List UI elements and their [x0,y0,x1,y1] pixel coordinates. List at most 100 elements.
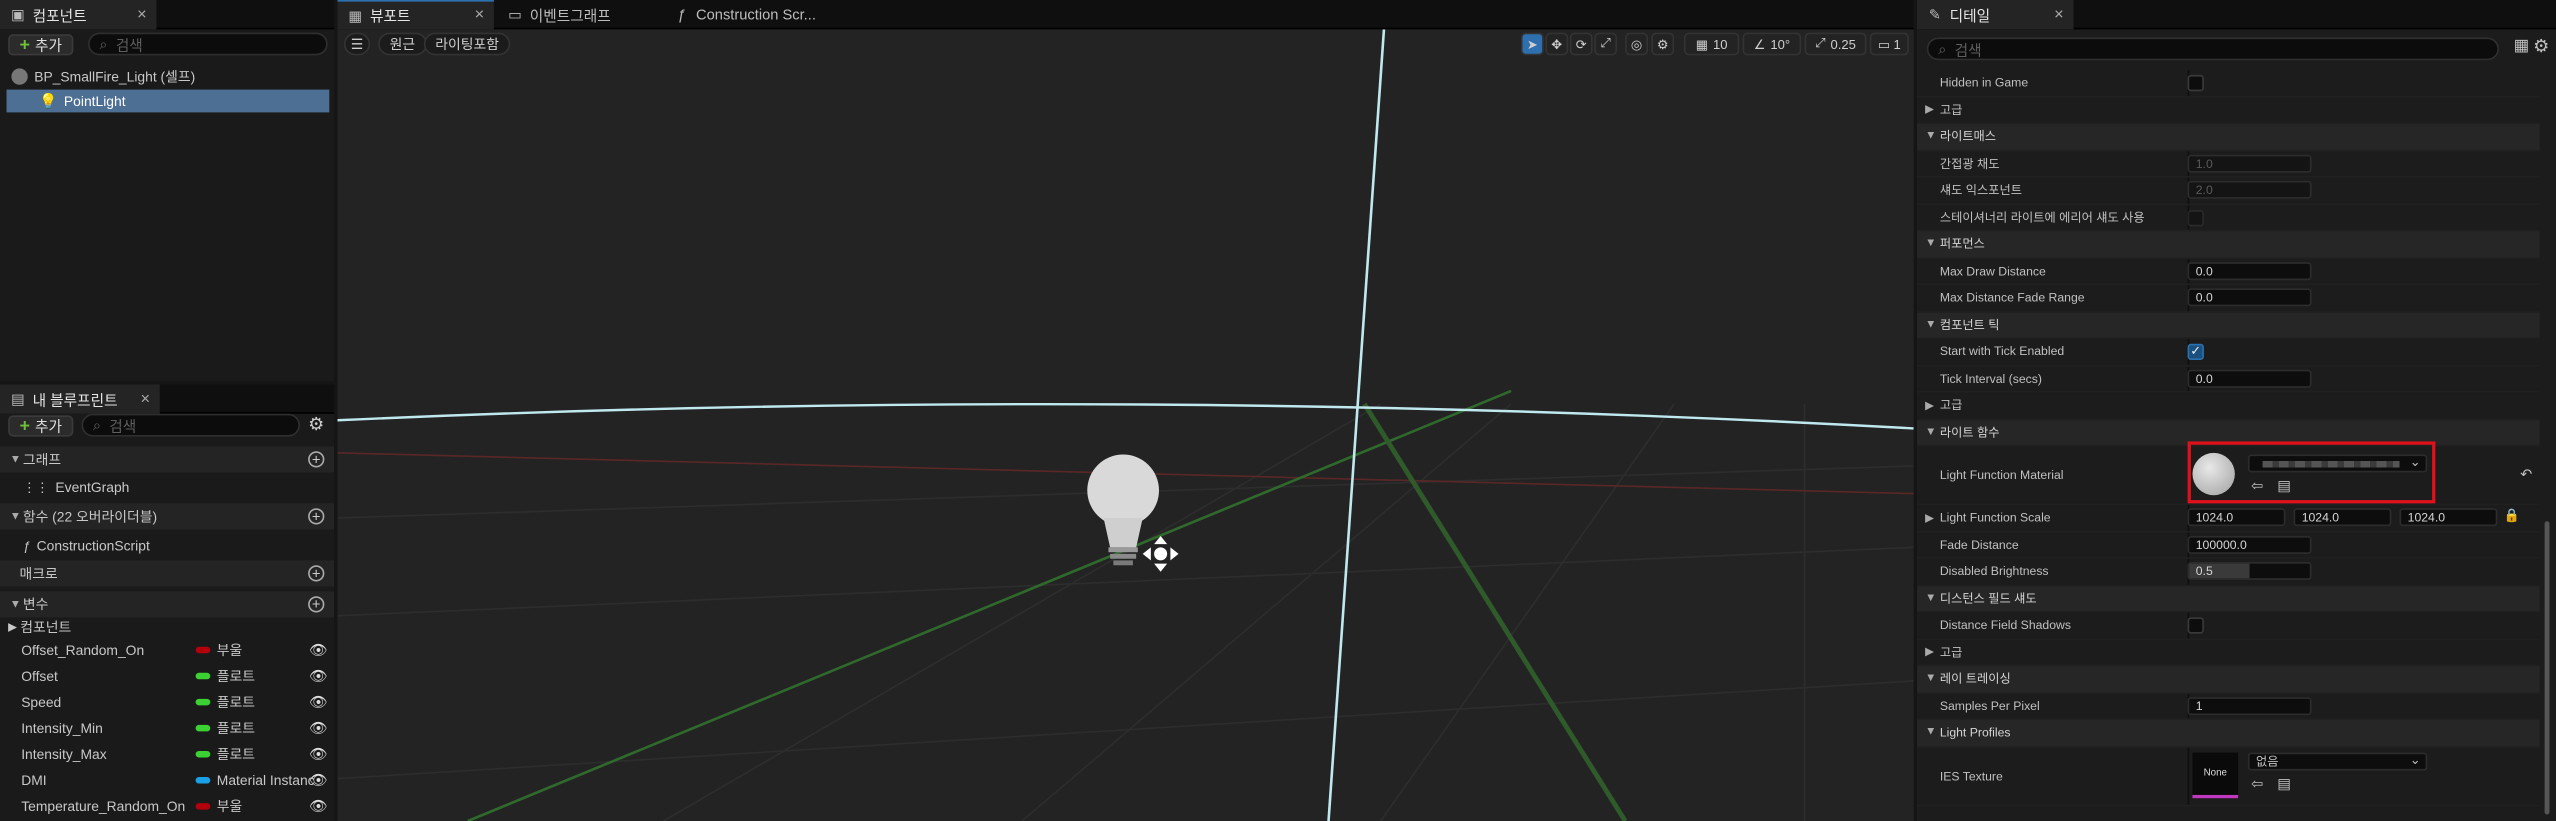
start-tick-checkbox[interactable]: ✓ [2187,343,2204,361]
variable-row[interactable]: DMI Material Instanc 👁 [0,767,334,793]
lf-scale-x-field[interactable]: 1024.0 [2187,508,2286,527]
surface-snap-button[interactable]: ⚙ [1651,32,1675,56]
add-component-button[interactable]: + 추가 [8,34,74,56]
shadow-exponent-field[interactable]: 2.0 [2187,180,2312,199]
collapse-arrow-icon: ▼ [9,510,22,523]
tab-construction-script[interactable]: ƒ Construction Scr... [663,0,850,29]
eye-icon[interactable]: 👁 [309,641,328,659]
viewport-scene[interactable] [337,29,1914,821]
ies-dropdown[interactable]: 없음 ⌄ [2247,751,2428,770]
tab-components[interactable]: ▣ 컴포넌트 × [0,0,157,30]
close-icon[interactable]: × [137,6,147,24]
scale-tool-button[interactable]: ⤢ [1594,32,1618,56]
reset-arrow-icon[interactable]: ↶ [2520,466,2532,484]
tab-event-graph[interactable]: ▭ 이벤트그래프 [497,0,660,29]
ies-thumbnail[interactable]: None [2192,751,2239,798]
section-performance[interactable]: ▼ 퍼포먼스 [1916,231,2540,259]
viewport-menu-button[interactable]: ☰ [343,32,371,56]
tree-item-pointlight[interactable]: 💡 PointLight [6,89,330,113]
perspective-button[interactable]: 원근 [378,32,427,56]
gear-icon[interactable]: ⚙ [2533,36,2549,57]
section-lightmass[interactable]: ▼ 라이트매스 [1916,123,2540,151]
disabled-brightness-slider[interactable]: 0.5 [2187,562,2312,580]
eye-icon[interactable]: 👁 [309,693,328,711]
advanced-expander[interactable]: ▶ 고급 [1916,393,2540,420]
section-distance-field[interactable]: ▼ 디스턴스 필드 섀도 [1916,585,2540,613]
search-icon: ⌕ [99,35,108,52]
viewport-tab-label: 뷰포트 [370,8,411,25]
section-graphs[interactable]: ▼ 그래프 + [0,446,335,473]
variable-row[interactable]: Temperature_Random_On 부울 👁 [0,793,334,819]
browse-icon[interactable]: ▤ [2277,775,2291,793]
variable-row[interactable]: Intensity_Min 플로트 👁 [0,715,334,741]
section-macros[interactable]: 매크로 + [0,560,335,587]
eye-icon[interactable]: 👁 [309,745,328,763]
perspective-label: 원근 [389,35,416,53]
add-variable-icon[interactable]: + [308,596,325,613]
components-search-input[interactable]: ⌕ 검색 [88,32,328,56]
prop-label: Fade Distance [1939,537,2019,552]
table-view-icon[interactable]: ▦ [2514,37,2529,55]
tab-my-blueprint[interactable]: ▤ 내 블루프린트 × [0,384,160,414]
grid-snap-button[interactable]: ▦ 10 [1683,32,1740,56]
list-item-components-category[interactable]: ▶ 컴포넌트 [0,616,334,637]
fade-distance-field[interactable]: 100000.0 [2187,535,2312,554]
lighting-mode-button[interactable]: 라이팅포함 [423,32,511,56]
lf-scale-y-field[interactable]: 1024.0 [2293,508,2392,527]
lock-icon[interactable]: 🔒 [2504,508,2520,523]
eye-icon[interactable]: 👁 [309,797,328,815]
variable-row[interactable]: Offset 플로트 👁 [0,663,334,689]
coordinate-space-button[interactable]: ◎ [1625,32,1649,56]
advanced-expander[interactable]: ▶ 고급 [1916,639,2540,667]
section-variables[interactable]: ▼ 변수 + [0,591,335,618]
variable-row[interactable]: Speed 플로트 👁 [0,689,334,715]
details-scrollbar[interactable] [2544,521,2550,815]
section-component-tick[interactable]: ▼ 컴포넌트 틱 [1916,311,2540,339]
expand-arrow-icon[interactable]: ▶ [1925,511,1934,524]
close-icon[interactable]: × [140,390,150,408]
indirect-intensity-field[interactable]: 1.0 [2187,153,2312,172]
samples-per-pixel-field[interactable]: 1 [2187,696,2312,715]
advanced-expander[interactable]: ▶ 고급 [1916,97,2540,124]
variable-type: 부울 [195,640,242,660]
close-icon[interactable]: × [2054,6,2064,24]
hidden-in-game-checkbox[interactable] [2187,74,2204,92]
eye-icon[interactable]: 👁 [309,667,328,685]
tab-details[interactable]: ✎ 디테일 × [1916,0,2074,30]
tree-item-root[interactable]: BP_SmallFire_Light (셀프) [0,64,334,88]
add-member-label: 추가 [34,418,62,435]
max-draw-distance-field[interactable]: 0.0 [2187,261,2312,280]
add-member-button[interactable]: + 추가 [8,415,74,437]
max-fade-range-field[interactable]: 0.0 [2187,288,2312,307]
section-ray-tracing[interactable]: ▼ 레이 트레이싱 [1916,666,2540,694]
eye-icon[interactable]: 👁 [309,771,328,789]
use-selected-icon[interactable]: ⇦ [2251,775,2263,793]
section-functions[interactable]: ▼ 함수 (22 오버라이더블) + [0,503,335,530]
stationary-shadow-checkbox[interactable] [2187,209,2204,226]
eye-icon[interactable]: 👁 [309,719,328,737]
lf-scale-z-field[interactable]: 1024.0 [2399,508,2498,527]
variable-type-label: 플로트 [216,693,256,711]
variable-row[interactable]: Offset_Random_On 부울 👁 [0,637,334,663]
list-item-eventgraph[interactable]: ⋮⋮ EventGraph [0,474,334,500]
dist-field-shadows-checkbox[interactable] [2187,617,2204,634]
add-function-icon[interactable]: + [308,508,325,525]
tab-viewport[interactable]: ▦ 뷰포트 × [337,0,494,30]
rotation-snap-button[interactable]: ∠ 10° [1742,32,1802,56]
details-search-input[interactable]: ⌕ 검색 [1926,37,2499,61]
rotate-tool-button[interactable]: ⟳ [1569,32,1593,56]
select-tool-button[interactable]: ➤ [1520,32,1544,56]
section-light-profiles[interactable]: ▼ Light Profiles [1916,720,2540,747]
camera-speed-button[interactable]: ▭ 1 [1869,32,1909,56]
list-item-construction-script[interactable]: ƒ ConstructionScript [0,533,334,559]
blueprint-search-input[interactable]: ⌕ 검색 [81,413,300,437]
tick-interval-field[interactable]: 0.0 [2187,368,2312,387]
gear-icon[interactable]: ⚙ [308,414,324,435]
scale-snap-button[interactable]: ⤢ 0.25 [1804,32,1867,56]
variable-row[interactable]: Intensity_Max 플로트 👁 [0,741,334,767]
add-graph-icon[interactable]: + [308,451,325,468]
add-macro-icon[interactable]: + [308,565,325,582]
move-tool-button[interactable]: ✥ [1545,32,1569,56]
components-tab-label: 컴포넌트 [32,7,87,24]
close-icon[interactable]: × [475,7,485,25]
